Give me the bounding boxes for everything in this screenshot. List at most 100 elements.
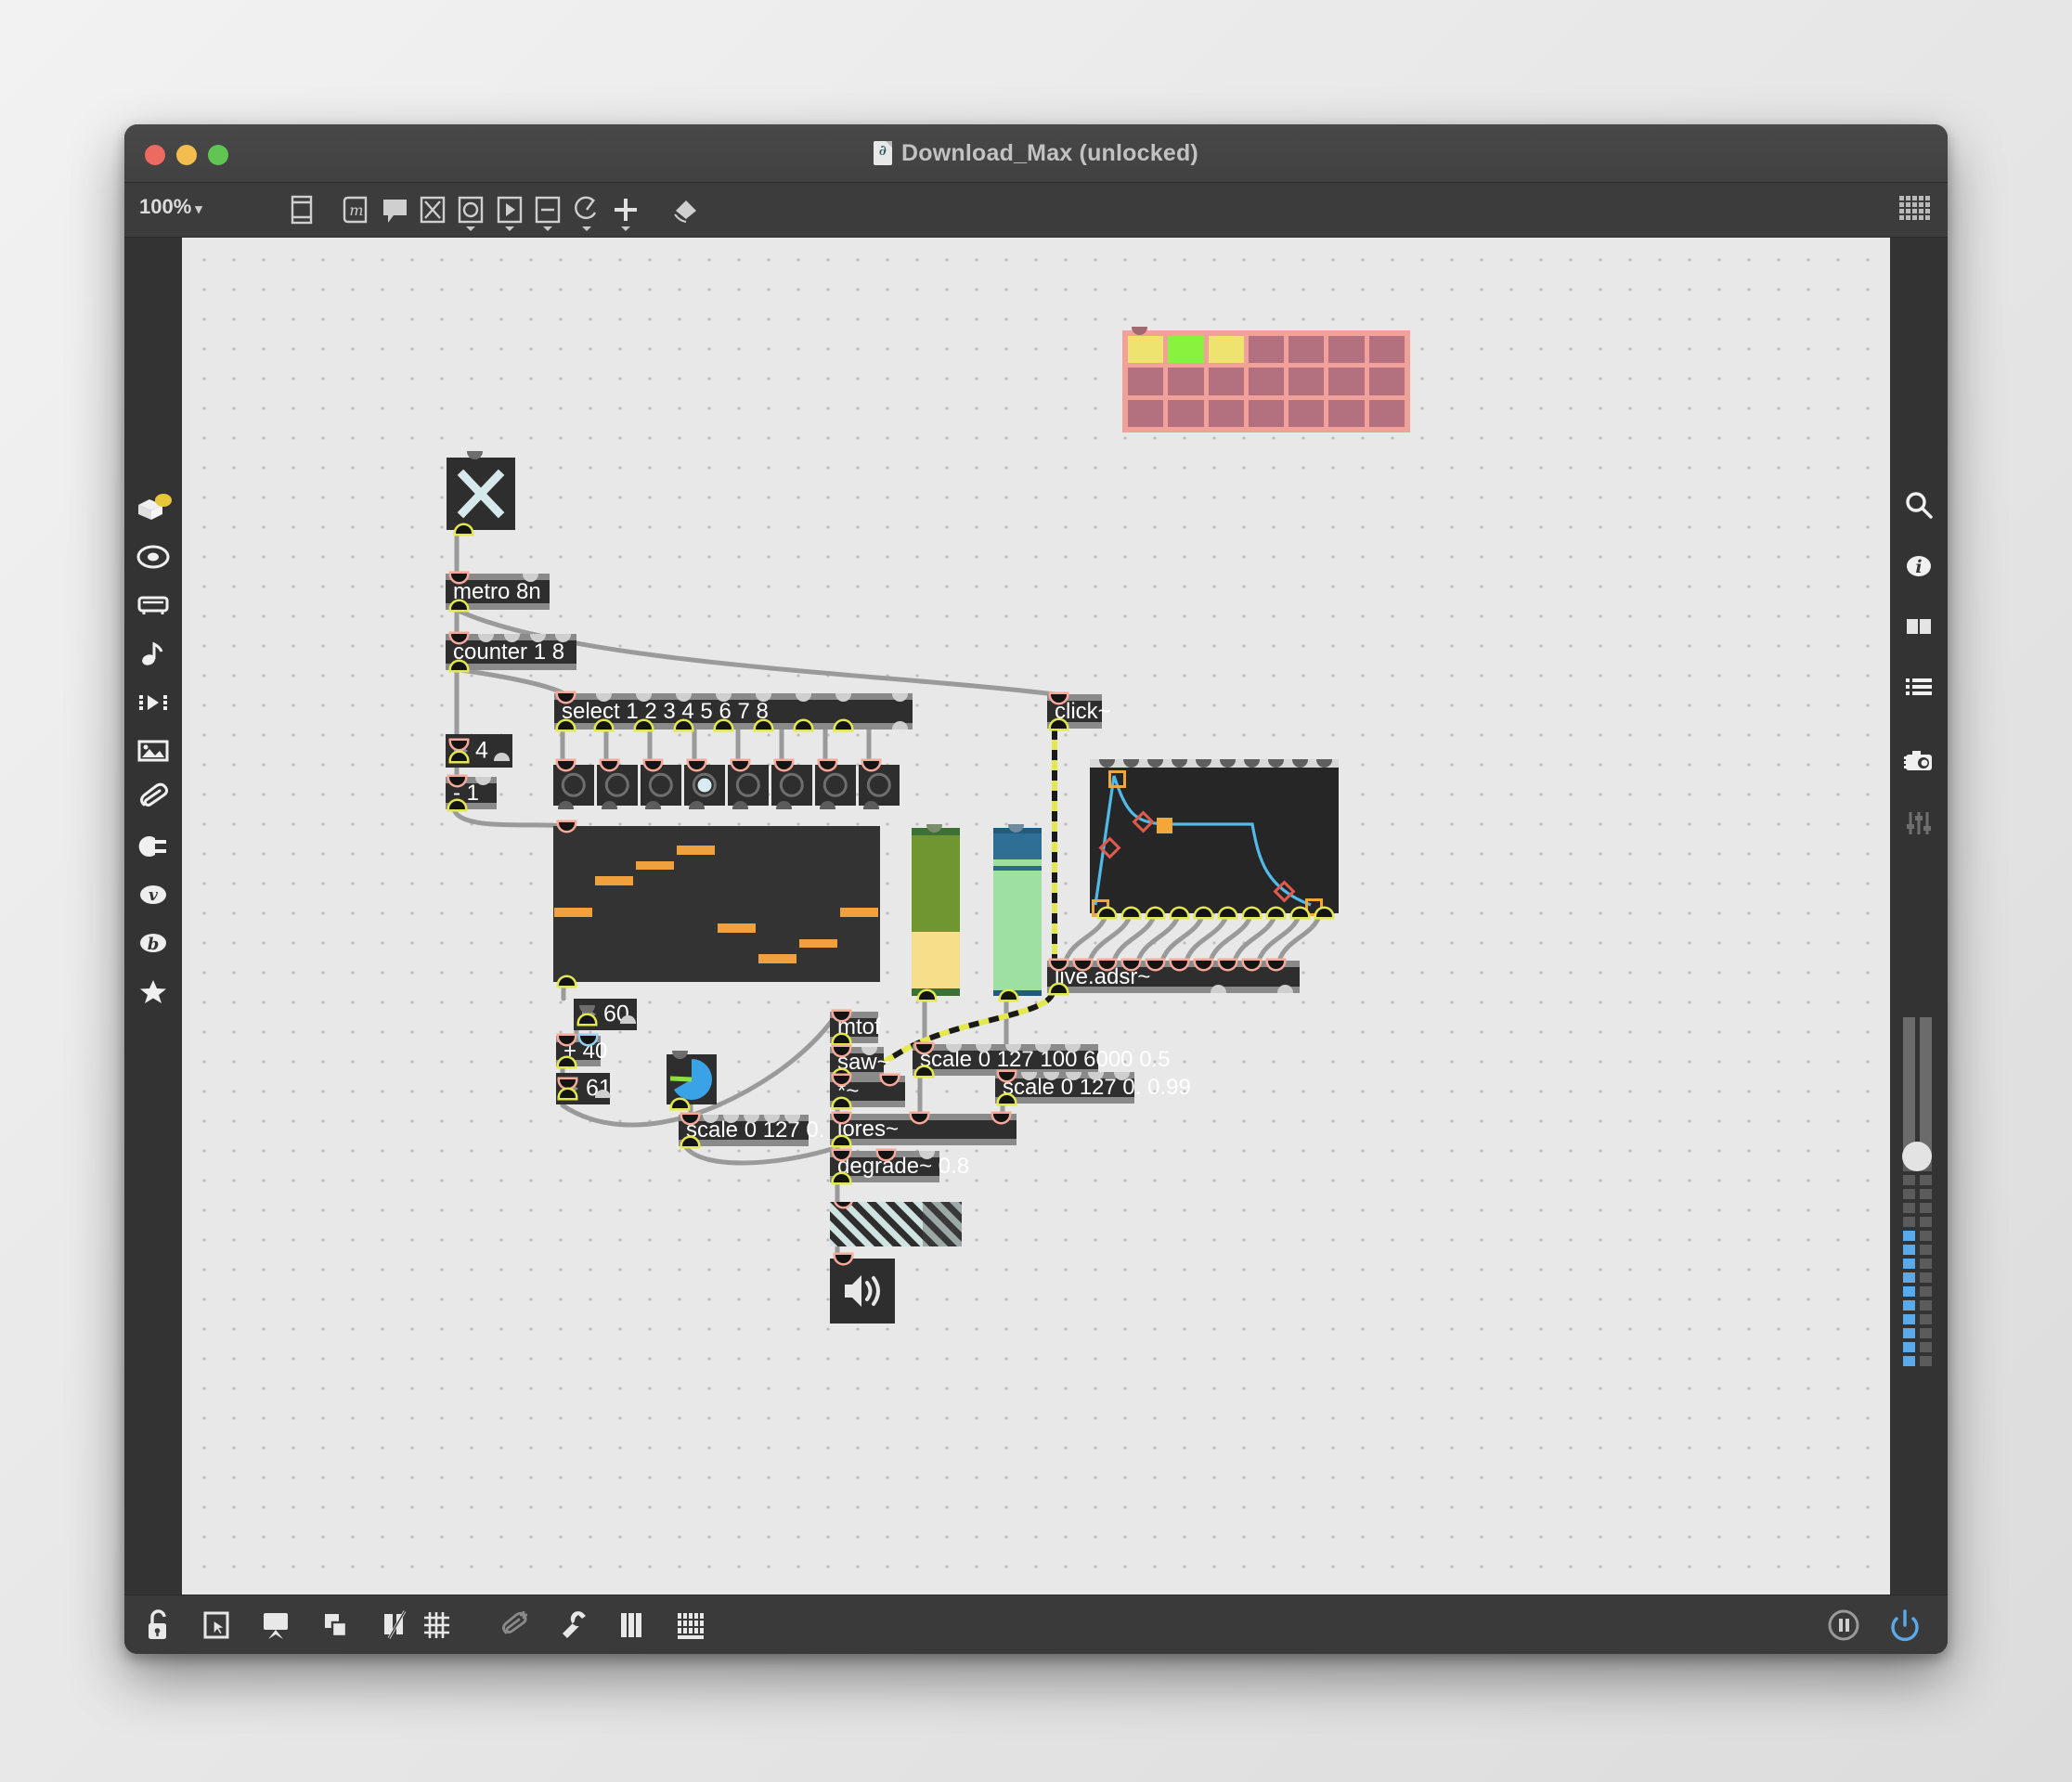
patcher-canvas[interactable]: metro 8n counter 1 8 4 - 1 select 1 2 3 … [182, 238, 1890, 1595]
matrix-cell-r2-c7[interactable] [1368, 368, 1405, 395]
outlet[interactable] [689, 801, 705, 809]
inlet[interactable] [689, 761, 705, 769]
grid-keys-icon[interactable] [667, 1603, 712, 1647]
outlet[interactable] [645, 801, 661, 809]
outlet[interactable] [558, 801, 574, 809]
toggle-x-icon[interactable] [413, 190, 452, 229]
outlet[interactable] [863, 801, 879, 809]
pianoroll-note-8[interactable] [840, 908, 878, 917]
info-icon[interactable]: i [1897, 544, 1941, 588]
minus-one-object[interactable]: - 1 [446, 777, 497, 809]
counter-object[interactable]: counter 1 8 [446, 634, 576, 670]
lores-object[interactable]: lores~ [830, 1114, 1017, 1145]
pianoroll-note-4[interactable] [677, 845, 715, 855]
multiply-signal-object[interactable]: *~ [830, 1076, 905, 1107]
inlet[interactable] [558, 761, 574, 769]
matrix-cell-r2-c5[interactable] [1289, 368, 1325, 395]
camera-icon[interactable] [1897, 739, 1941, 783]
slider-resonance[interactable] [993, 824, 1042, 1000]
zoom-level-dropdown[interactable]: 100% ▾ [139, 195, 202, 219]
number-box-icon[interactable] [528, 190, 567, 231]
plus-icon[interactable] [606, 190, 645, 231]
bang-button-2[interactable] [597, 761, 638, 809]
matrix-cell-r1-c5[interactable] [1289, 336, 1325, 364]
plug-icon[interactable] [131, 824, 175, 869]
keyboard-device-icon[interactable] [131, 583, 175, 627]
plus-forty-object[interactable]: + 40 [556, 1036, 607, 1066]
vinyl-icon[interactable] [131, 535, 175, 579]
bang-button-8[interactable] [859, 761, 900, 809]
gain-slider-meter[interactable] [1897, 1017, 1938, 1388]
matrix-cell-r1-c3[interactable] [1208, 336, 1244, 364]
v-badge-icon[interactable]: v [131, 872, 175, 917]
bang-button-3[interactable] [641, 761, 681, 809]
ezdac-object[interactable] [830, 1255, 895, 1324]
degrade-object[interactable]: degrade~ 0.8 [830, 1151, 969, 1182]
number-box-60[interactable]: 60 [574, 999, 637, 1030]
pianoroll-note-7[interactable] [799, 938, 837, 949]
function-handle-attack[interactable] [1108, 770, 1126, 788]
matrix-cell-r3-c5[interactable] [1289, 399, 1325, 427]
number-box-61[interactable]: 61 [556, 1073, 612, 1104]
message-m-icon[interactable]: m [337, 190, 376, 229]
pause-icon[interactable] [1821, 1603, 1866, 1647]
matrix-cell-r2-c2[interactable] [1168, 368, 1204, 395]
pianoroll-note-6[interactable] [758, 954, 796, 964]
chevron-down-icon[interactable] [466, 226, 475, 231]
outlet[interactable] [776, 801, 792, 809]
matrix-cell-r3-c1[interactable] [1128, 399, 1164, 427]
matrix-cell-r3-c3[interactable] [1208, 399, 1244, 427]
matrix-cell-r2-c1[interactable] [1128, 368, 1164, 395]
snap-icon[interactable] [371, 1603, 416, 1647]
music-note-icon[interactable] [131, 631, 175, 676]
patcher-grid-icon[interactable] [1897, 192, 1933, 227]
paint-bucket-icon[interactable] [667, 190, 706, 229]
matrix-cell-r1-c7[interactable] [1368, 336, 1405, 364]
inlet[interactable] [776, 761, 792, 769]
power-icon[interactable] [1883, 1603, 1927, 1647]
comment-icon[interactable] [375, 190, 414, 229]
panels-icon[interactable] [1897, 604, 1941, 649]
matrix-cell-r3-c4[interactable] [1248, 399, 1285, 427]
scope-object[interactable] [830, 1202, 962, 1246]
pianoroll-note-5[interactable] [718, 923, 756, 933]
list-icon[interactable] [1897, 665, 1941, 709]
sidebar-toggle-icon[interactable] [282, 190, 321, 229]
toggle-object[interactable] [447, 451, 515, 534]
scale-object-resonance[interactable]: scale 0 127 0. 0.99 [995, 1072, 1191, 1104]
unlock-icon[interactable] [136, 1603, 180, 1647]
multislider-pianoroll[interactable] [553, 822, 880, 986]
mtof-object[interactable]: mtof [830, 1012, 881, 1043]
paperclip-plus-icon[interactable] [491, 1603, 536, 1647]
click-object[interactable]: click~ [1047, 694, 1111, 729]
matrix-cell-r3-c7[interactable] [1368, 399, 1405, 427]
number-box-4[interactable]: 4 [446, 734, 512, 768]
live-adsr-object[interactable]: live.adsr~ [1047, 961, 1300, 993]
adsr-function-display[interactable] [1090, 759, 1339, 917]
inlet[interactable] [645, 761, 661, 769]
bang-button-4[interactable] [684, 761, 725, 809]
inlet[interactable] [732, 761, 748, 769]
sliders-icon[interactable] [1897, 801, 1941, 846]
paperclip-icon[interactable] [131, 776, 175, 820]
button-o-icon[interactable] [451, 190, 490, 231]
matrix-cell-r2-c3[interactable] [1208, 368, 1244, 395]
search-icon[interactable] [1897, 484, 1941, 528]
bang-button-6[interactable] [771, 761, 812, 809]
function-handle-sustain[interactable] [1157, 818, 1172, 833]
pianoroll-note-1[interactable] [554, 908, 592, 917]
dial-icon[interactable] [567, 190, 606, 231]
duplicate-icon[interactable] [313, 1603, 357, 1647]
chevron-down-icon[interactable] [543, 226, 552, 231]
presentation-mode-icon[interactable] [253, 1603, 298, 1647]
bang-button-1[interactable] [553, 761, 594, 809]
chevron-down-icon[interactable] [621, 226, 630, 231]
matrixctrl-object[interactable] [1122, 327, 1410, 433]
matrix-cell-r2-c4[interactable] [1248, 368, 1285, 395]
piano-keys-icon[interactable] [609, 1603, 654, 1647]
chevron-down-icon[interactable] [582, 226, 591, 231]
matrix-cell-r1-c2[interactable] [1168, 336, 1204, 364]
video-clip-icon[interactable] [131, 679, 175, 724]
bang-button-5[interactable] [728, 761, 769, 809]
pianoroll-note-2[interactable] [595, 876, 633, 886]
